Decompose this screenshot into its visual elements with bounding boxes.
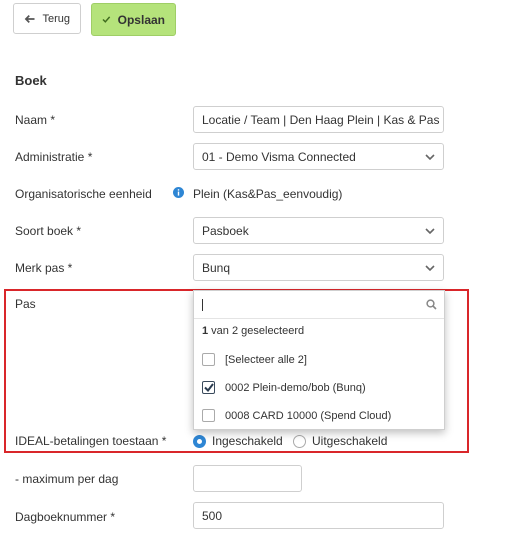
merk-pas-select[interactable]: Bunq	[193, 254, 444, 281]
radio-ingeschakeld[interactable]	[193, 434, 206, 448]
dagboeknummer-value: 500	[202, 508, 223, 523]
checkbox-checked[interactable]	[202, 381, 215, 394]
chevron-down-icon	[425, 228, 435, 235]
merk-pas-label: Merk pas *	[15, 261, 73, 275]
soort-boek-value: Pasboek	[202, 223, 249, 238]
ideal-option-uitgeschakeld[interactable]: Uitgeschakeld	[293, 434, 387, 448]
pas-label: Pas	[15, 297, 36, 311]
back-button[interactable]: Terug	[13, 3, 81, 34]
selection-status: 1 van 2 geselecteerd	[202, 325, 304, 337]
dagboeknummer-input[interactable]: 500	[193, 502, 444, 529]
check-icon	[203, 383, 214, 392]
list-item-0002[interactable]: 0002 Plein-demo/bob (Bunq)	[202, 381, 366, 394]
naam-value: Locatie / Team | Den Haag Plein | Kas & …	[202, 112, 443, 127]
administratie-value: 01 - Demo Visma Connected	[202, 149, 356, 164]
list-item-label: 0008 CARD 10000 (Spend Cloud)	[225, 409, 392, 422]
maximum-label: - maximum per dag	[15, 472, 119, 486]
chevron-down-icon	[425, 154, 435, 161]
naam-label: Naam *	[15, 113, 56, 127]
ideal-option-ingeschakeld[interactable]: Ingeschakeld	[193, 434, 283, 448]
naam-input[interactable]: Locatie / Team | Den Haag Plein | Kas & …	[193, 106, 444, 133]
text-cursor	[202, 299, 203, 311]
radio-uitgeschakeld-label: Uitgeschakeld	[312, 434, 388, 448]
selection-status-text: van 2 geselecteerd	[208, 325, 305, 337]
list-item-select-all[interactable]: [Selecteer alle 2]	[202, 353, 307, 366]
list-item-label: [Selecteer alle 2]	[225, 353, 307, 366]
administratie-select[interactable]: 01 - Demo Visma Connected	[193, 143, 444, 170]
save-button[interactable]: Opslaan	[91, 3, 176, 36]
merk-pas-value: Bunq	[202, 260, 231, 275]
administratie-label: Administratie *	[15, 150, 93, 164]
dagboeknummer-label: Dagboeknummer *	[15, 510, 116, 524]
back-button-label: Terug	[42, 12, 70, 25]
list-item-label: 0002 Plein-demo/bob (Bunq)	[225, 381, 366, 394]
radio-uitgeschakeld[interactable]	[293, 434, 306, 448]
soort-boek-select[interactable]: Pasboek	[193, 217, 444, 244]
check-icon	[102, 16, 111, 23]
section-title: Boek	[15, 73, 47, 88]
org-eenheid-label: Organisatorische eenheid	[15, 187, 152, 201]
chevron-down-icon	[425, 265, 435, 272]
pas-dropdown[interactable]: 1 van 2 geselecteerd [Selecteer alle 2] …	[193, 290, 445, 430]
arrow-left-icon	[24, 14, 35, 23]
ideal-label: IDEAL-betalingen toestaan *	[15, 434, 167, 448]
radio-ingeschakeld-label: Ingeschakeld	[212, 434, 283, 448]
search-icon	[426, 299, 437, 310]
checkbox[interactable]	[202, 409, 215, 422]
save-button-label: Opslaan	[117, 12, 165, 27]
info-icon	[173, 187, 184, 201]
maximum-input[interactable]	[193, 465, 302, 492]
soort-boek-label: Soort boek *	[15, 224, 82, 238]
list-item-0008[interactable]: 0008 CARD 10000 (Spend Cloud)	[202, 409, 391, 422]
org-eenheid-value: Plein (Kas&Pas_eenvoudig)	[193, 187, 343, 201]
pas-search-input[interactable]	[194, 291, 444, 319]
checkbox[interactable]	[202, 353, 215, 366]
